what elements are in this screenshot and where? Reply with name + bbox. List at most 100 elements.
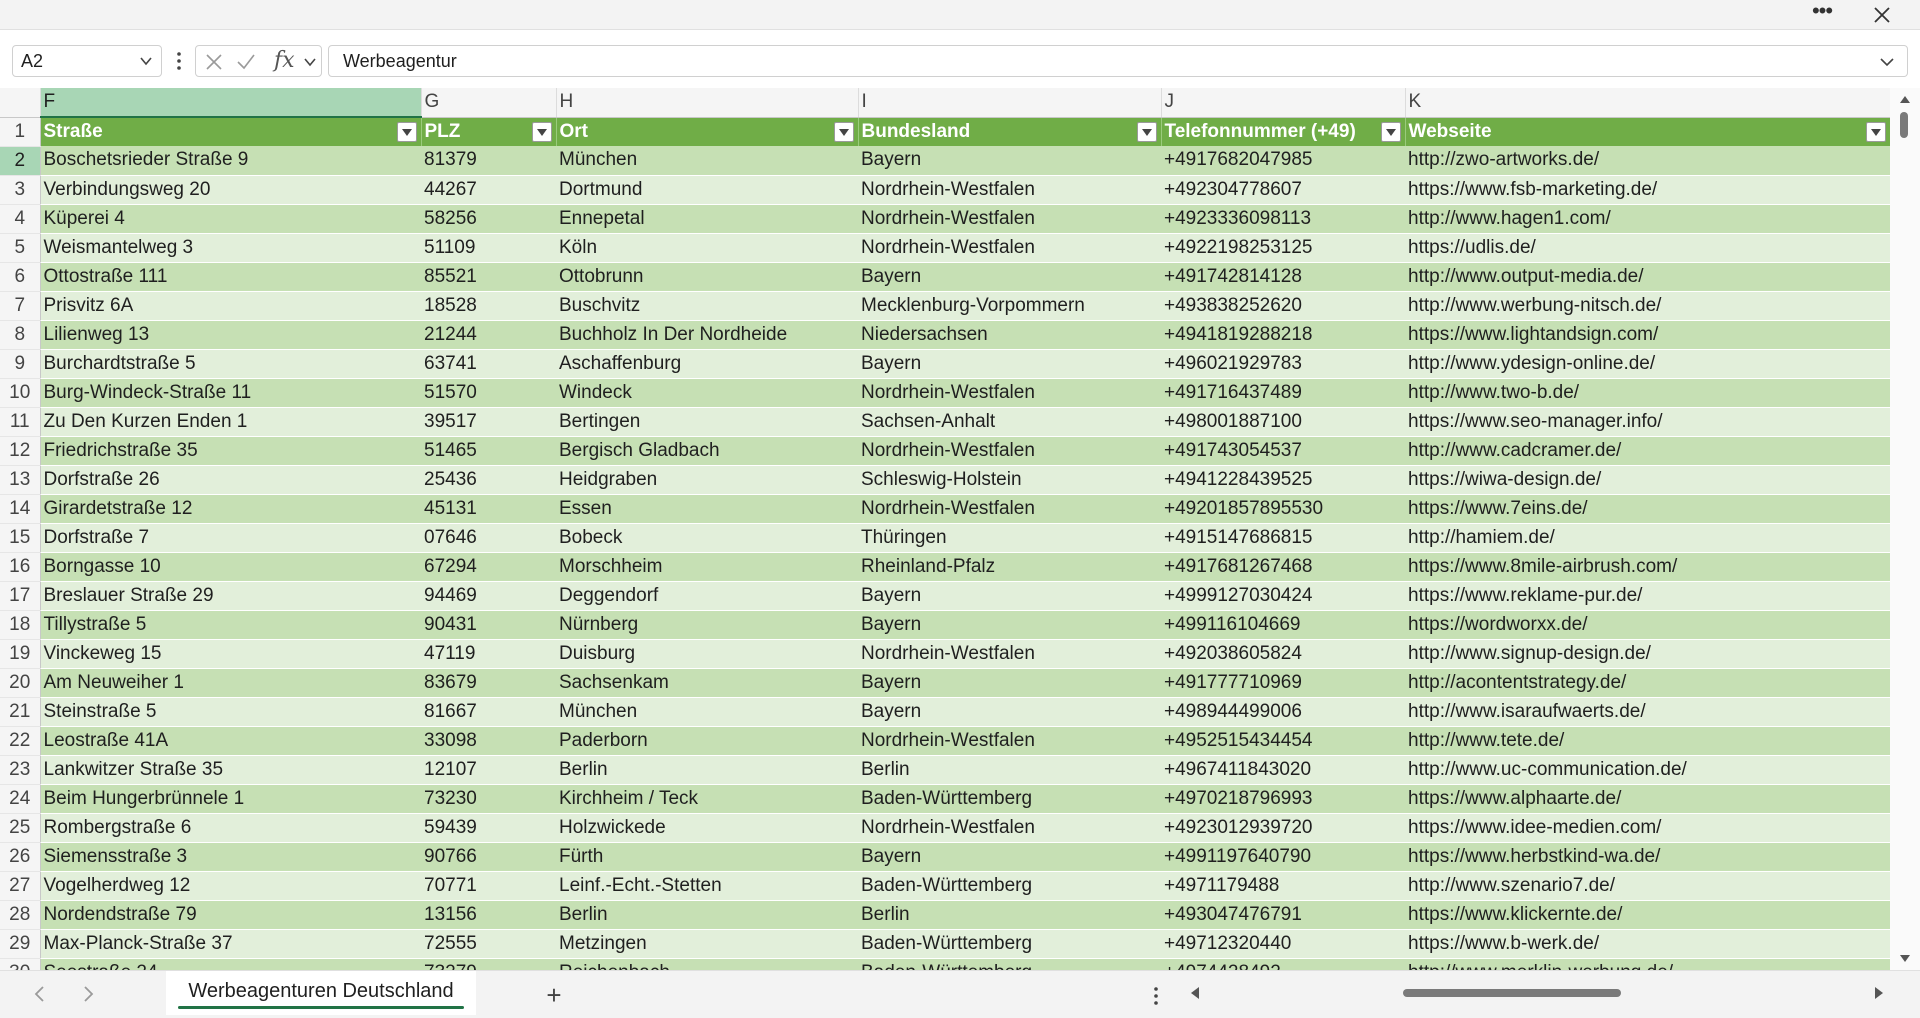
table-cell[interactable]: Thüringen bbox=[858, 523, 1161, 553]
row-header[interactable]: 14 bbox=[0, 494, 41, 524]
table-cell[interactable]: Deggendorf bbox=[556, 581, 858, 611]
column-header-i[interactable]: I bbox=[858, 88, 1162, 118]
table-cell[interactable]: 73279 bbox=[421, 958, 556, 970]
table-cell[interactable]: Leostraße 41A bbox=[40, 726, 421, 756]
table-cell[interactable]: 58256 bbox=[421, 204, 556, 234]
table-cell[interactable]: Bayern bbox=[858, 842, 1161, 872]
table-cell[interactable]: Baden-Württemberg bbox=[858, 958, 1161, 970]
table-cell[interactable]: http://www.ydesign-online.de/ bbox=[1405, 349, 1890, 379]
table-cell[interactable]: Lankwitzer Straße 35 bbox=[40, 755, 421, 785]
table-cell[interactable]: https://www.klickernte.de/ bbox=[1405, 900, 1890, 930]
table-cell[interactable]: http://www.merklin-werbung.de/ bbox=[1405, 958, 1890, 970]
table-cell[interactable]: Burchardtstraße 5 bbox=[40, 349, 421, 379]
table-cell[interactable]: +498001887100 bbox=[1161, 407, 1405, 437]
table-cell[interactable]: https://www.seo-manager.info/ bbox=[1405, 407, 1890, 437]
table-cell[interactable]: Kirchheim / Teck bbox=[556, 784, 858, 814]
table-cell[interactable]: Buschvitz bbox=[556, 291, 858, 321]
table-cell[interactable]: Lilienweg 13 bbox=[40, 320, 421, 350]
more-options-button[interactable]: ••• bbox=[1804, 0, 1840, 28]
table-cell[interactable]: Buchholz In Der Nordheide bbox=[556, 320, 858, 350]
table-cell[interactable]: Bayern bbox=[858, 581, 1161, 611]
table-cell[interactable]: Burg-Windeck-Straße 11 bbox=[40, 378, 421, 408]
column-header-k[interactable]: K bbox=[1405, 88, 1890, 118]
table-cell[interactable]: Ennepetal bbox=[556, 204, 858, 234]
row-header[interactable]: 21 bbox=[0, 697, 41, 727]
table-cell[interactable]: Windeck bbox=[556, 378, 858, 408]
table-cell[interactable]: Seestraße 24 bbox=[40, 958, 421, 970]
table-cell[interactable]: Bayern bbox=[858, 349, 1161, 379]
table-cell[interactable]: http://www.uc-communication.de/ bbox=[1405, 755, 1890, 785]
row-header[interactable]: 25 bbox=[0, 813, 41, 843]
table-cell[interactable]: 90766 bbox=[421, 842, 556, 872]
table-header-cell[interactable]: Webseite bbox=[1405, 117, 1890, 146]
table-cell[interactable]: +492038605824 bbox=[1161, 639, 1405, 669]
table-cell[interactable]: +4970218796993 bbox=[1161, 784, 1405, 814]
table-cell[interactable]: https://wiwa-design.de/ bbox=[1405, 465, 1890, 495]
table-cell[interactable]: Steinstraße 5 bbox=[40, 697, 421, 727]
row-header[interactable]: 13 bbox=[0, 465, 41, 495]
vertical-scroll-thumb[interactable] bbox=[1900, 112, 1908, 138]
table-cell[interactable]: 72555 bbox=[421, 929, 556, 959]
row-header[interactable]: 4 bbox=[0, 204, 41, 234]
table-cell[interactable]: 12107 bbox=[421, 755, 556, 785]
table-cell[interactable]: 85521 bbox=[421, 262, 556, 292]
row-header[interactable]: 7 bbox=[0, 291, 41, 321]
table-cell[interactable]: +4941819288218 bbox=[1161, 320, 1405, 350]
row-header[interactable]: 23 bbox=[0, 755, 41, 785]
table-cell[interactable]: +4952515434454 bbox=[1161, 726, 1405, 756]
table-cell[interactable]: Dorfstraße 7 bbox=[40, 523, 421, 553]
table-header-cell[interactable]: PLZ bbox=[421, 117, 557, 146]
table-header-cell[interactable]: Straße bbox=[40, 117, 422, 146]
table-cell[interactable]: http://www.isaraufwaerts.de/ bbox=[1405, 697, 1890, 727]
table-cell[interactable]: https://www.lightandsign.com/ bbox=[1405, 320, 1890, 350]
row-header[interactable]: 27 bbox=[0, 871, 41, 901]
table-cell[interactable]: Berlin bbox=[858, 755, 1161, 785]
table-cell[interactable]: 07646 bbox=[421, 523, 556, 553]
table-cell[interactable]: Berlin bbox=[858, 900, 1161, 930]
table-cell[interactable]: Leinf.-Echt.-Stetten bbox=[556, 871, 858, 901]
table-cell[interactable]: https://wordworxx.de/ bbox=[1405, 610, 1890, 640]
horizontal-scrollbar[interactable] bbox=[1185, 981, 1889, 1005]
table-cell[interactable]: https://www.herbstkind-wa.de/ bbox=[1405, 842, 1890, 872]
table-cell[interactable]: 51465 bbox=[421, 436, 556, 466]
table-cell[interactable]: +4941228439525 bbox=[1161, 465, 1405, 495]
table-cell[interactable]: Bertingen bbox=[556, 407, 858, 437]
table-cell[interactable]: Rheinland-Pfalz bbox=[858, 552, 1161, 582]
table-cell[interactable]: https://www.alphaarte.de/ bbox=[1405, 784, 1890, 814]
table-cell[interactable]: 63741 bbox=[421, 349, 556, 379]
table-cell[interactable]: +49201857895530 bbox=[1161, 494, 1405, 524]
table-cell[interactable]: Girardetstraße 12 bbox=[40, 494, 421, 524]
table-cell[interactable]: http://www.tete.de/ bbox=[1405, 726, 1890, 756]
scroll-right-icon[interactable] bbox=[1873, 986, 1885, 1000]
table-cell[interactable]: Nordrhein-Westfalen bbox=[858, 726, 1161, 756]
table-cell[interactable]: http://hamiem.de/ bbox=[1405, 523, 1890, 553]
table-header-cell[interactable]: Ort bbox=[556, 117, 859, 146]
table-cell[interactable]: Ottobrunn bbox=[556, 262, 858, 292]
table-cell[interactable]: Baden-Württemberg bbox=[858, 784, 1161, 814]
chevron-left-icon[interactable] bbox=[30, 984, 50, 1004]
add-sheet-button[interactable]: + bbox=[540, 980, 568, 1011]
table-cell[interactable]: https://udlis.de/ bbox=[1405, 233, 1890, 263]
row-header[interactable]: 28 bbox=[0, 900, 41, 930]
table-cell[interactable]: Nordrhein-Westfalen bbox=[858, 233, 1161, 263]
table-cell[interactable]: 33098 bbox=[421, 726, 556, 756]
table-cell[interactable]: Duisburg bbox=[556, 639, 858, 669]
table-cell[interactable]: +493838252620 bbox=[1161, 291, 1405, 321]
table-cell[interactable]: Nordrhein-Westfalen bbox=[858, 175, 1161, 205]
close-button[interactable] bbox=[1864, 2, 1900, 28]
table-cell[interactable]: Dorfstraße 26 bbox=[40, 465, 421, 495]
table-cell[interactable]: http://www.werbung-nitsch.de/ bbox=[1405, 291, 1890, 321]
table-cell[interactable]: Baden-Württemberg bbox=[858, 871, 1161, 901]
table-cell[interactable]: 51109 bbox=[421, 233, 556, 263]
expand-formula-icon[interactable] bbox=[1879, 54, 1895, 70]
table-cell[interactable]: 94469 bbox=[421, 581, 556, 611]
table-cell[interactable]: Reichenbach bbox=[556, 958, 858, 970]
scroll-up-icon[interactable] bbox=[1899, 94, 1911, 104]
table-cell[interactable]: Baden-Württemberg bbox=[858, 929, 1161, 959]
table-cell[interactable]: Vogelherdweg 12 bbox=[40, 871, 421, 901]
table-cell[interactable]: Ottostraße 111 bbox=[40, 262, 421, 292]
table-cell[interactable]: 44267 bbox=[421, 175, 556, 205]
table-cell[interactable]: Boschetsrieder Straße 9 bbox=[40, 146, 421, 176]
row-header[interactable]: 19 bbox=[0, 639, 41, 669]
row-header[interactable]: 10 bbox=[0, 378, 41, 408]
